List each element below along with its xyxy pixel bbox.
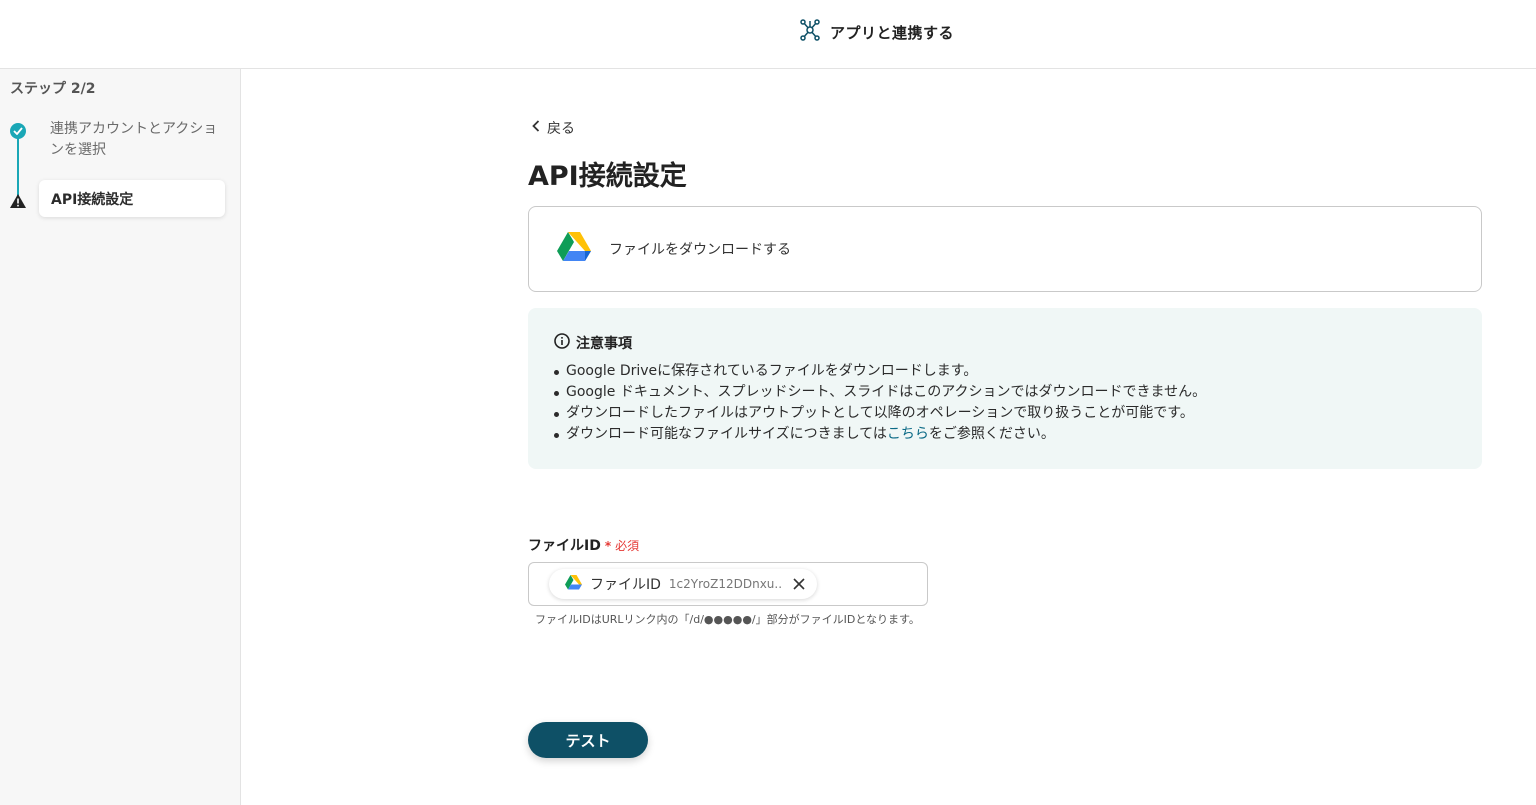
notice-header: 注意事項 — [554, 333, 632, 353]
notice-item-prefix: ダウンロード可能なファイルサイズにつきましては — [566, 426, 887, 442]
notice-item: ダウンロードしたファイルはアウトプットとして以降のオペレーションで取り扱うことが… — [554, 403, 1206, 424]
page-title: API接続設定 — [528, 161, 687, 192]
notice-item: ダウンロード可能なファイルサイズにつきましてはこちらをご参照ください。 — [554, 424, 1206, 445]
timeline-connector — [17, 137, 19, 197]
notice-list: Google Driveに保存されているファイルをダウンロードします。 Goog… — [554, 361, 1206, 445]
action-card: ファイルをダウンロードする — [528, 206, 1482, 292]
header-title: アプリと連携する — [830, 23, 955, 42]
back-link[interactable]: 戻る — [532, 118, 575, 138]
file-id-input[interactable]: ファイルID 1c2YroZ12DDnxu... — [528, 562, 928, 606]
action-label: ファイルをダウンロードする — [609, 242, 791, 258]
file-id-label: ファイルID * 必須 — [528, 535, 639, 555]
sidebar-step-label: API接続設定 — [51, 191, 134, 208]
chip-label: ファイルID — [590, 577, 661, 593]
step-count: ステップ 2/2 — [10, 81, 96, 97]
back-label: 戻る — [547, 121, 575, 137]
notice-item: Google ドキュメント、スプレッドシート、スライドはこのアクションではダウン… — [554, 382, 1206, 403]
chevron-left-icon — [532, 120, 540, 136]
info-icon — [554, 333, 570, 353]
required-star: * — [604, 539, 612, 553]
close-icon[interactable] — [791, 576, 807, 592]
notice-item-suffix: をご参照ください。 — [928, 426, 1055, 442]
notice-link[interactable]: こちら — [887, 426, 929, 442]
notice-item: Google Driveに保存されているファイルをダウンロードします。 — [554, 361, 1206, 382]
field-label-text: ファイルID — [528, 538, 601, 554]
google-drive-icon — [565, 574, 582, 594]
warning-icon — [10, 193, 26, 208]
step-sidebar: ステップ 2/2 連携アカウントとアクションを選択 API接続設定 — [0, 69, 241, 805]
hub-icon — [799, 18, 821, 46]
chip-value: 1c2YroZ12DDnxu... — [668, 577, 783, 591]
header-title-group: アプリと連携する — [799, 18, 954, 46]
google-drive-icon — [557, 232, 591, 266]
notice-title: 注意事項 — [576, 336, 632, 352]
field-help-text: ファイルIDはURLリンク内の「/d/●●●●●/」部分がファイルIDとなります… — [535, 613, 920, 626]
sidebar-step-select-account[interactable]: 連携アカウントとアクションを選択 — [50, 119, 222, 161]
file-id-chip[interactable]: ファイルID 1c2YroZ12DDnxu... — [549, 569, 817, 599]
check-circle-icon — [10, 123, 26, 139]
sidebar-step-api-settings[interactable]: API接続設定 — [39, 180, 225, 217]
required-text: 必須 — [615, 539, 640, 553]
notice-box: 注意事項 Google Driveに保存されているファイルをダウンロードします。… — [528, 308, 1482, 469]
test-button[interactable]: テスト — [528, 722, 648, 758]
top-bar: アプリと連携する — [0, 0, 1536, 69]
